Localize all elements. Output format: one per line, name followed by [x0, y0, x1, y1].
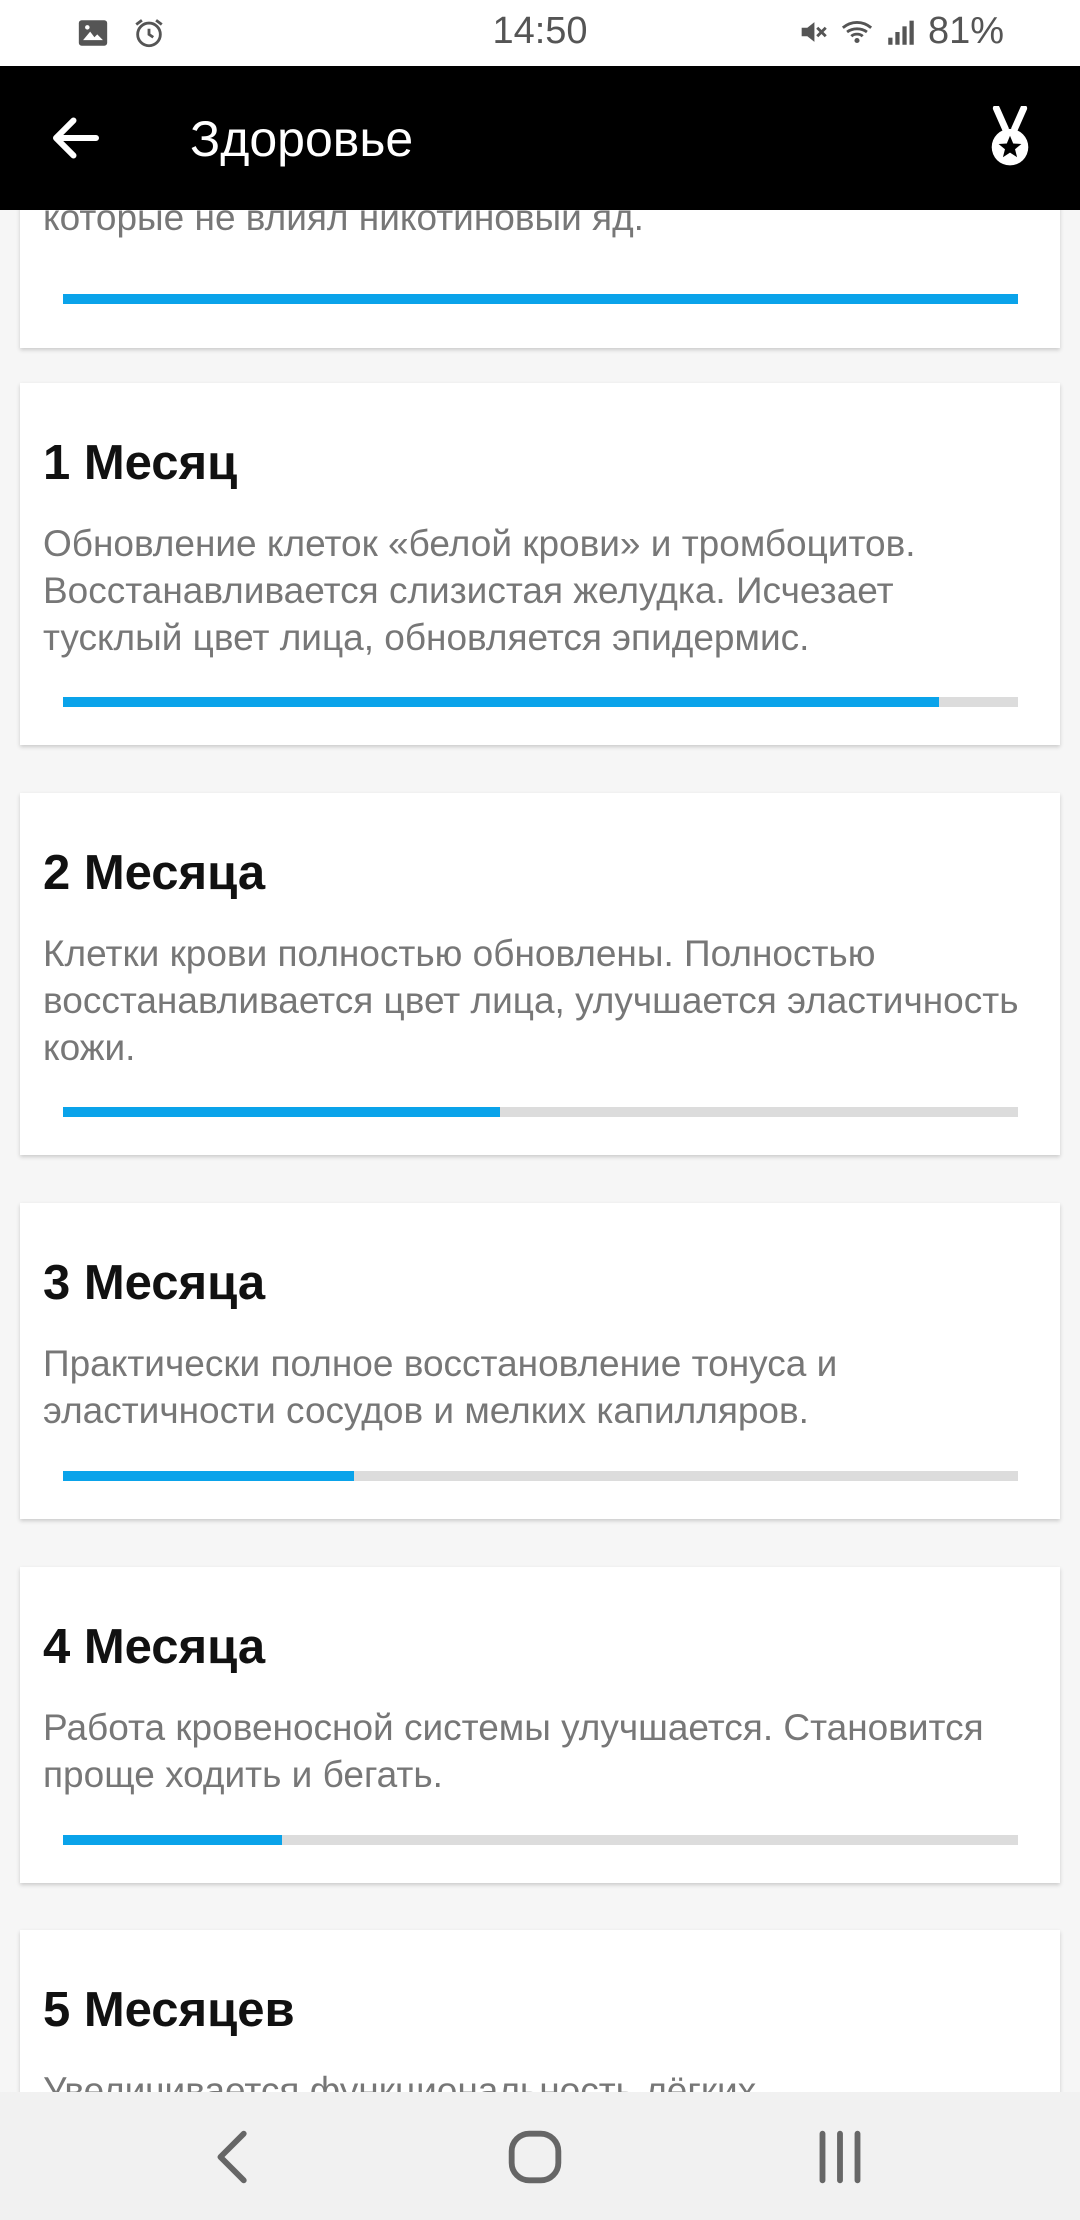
app-bar: Здоровье — [0, 66, 1080, 210]
health-milestones-list[interactable]: которые не влиял никотиновый яд. 1 Месяц… — [0, 210, 1080, 2092]
wifi-icon — [841, 20, 873, 43]
page-title: Здоровье — [190, 111, 414, 167]
milestone-description: Увеличивается функциональность лёгких — [43, 2070, 757, 2092]
milestone-progress-fill — [63, 1471, 355, 1481]
milestone-progress-bar — [63, 697, 1018, 707]
medal-icon[interactable] — [982, 106, 1038, 170]
battery-level: 81% — [927, 10, 1004, 52]
milestone-description: которые не влиял никотиновый яд. — [43, 210, 644, 238]
nav-home-icon[interactable] — [500, 2122, 570, 2192]
milestone-card: 3 Месяца Практически полное восстановлен… — [20, 1203, 1060, 1519]
milestone-progress-bar — [63, 1835, 1018, 1845]
milestone-title: 4 Месяца — [43, 1620, 266, 1674]
milestone-card: 5 Месяцев Увеличивается функциональность… — [20, 1930, 1060, 2092]
milestone-progress-fill — [63, 697, 939, 707]
milestone-title: 5 Месяцев — [43, 1983, 295, 2037]
nav-recents-icon[interactable] — [805, 2122, 875, 2192]
milestone-description: Обновление клеток «белой крови» и тромбо… — [43, 523, 916, 658]
milestone-progress-bar — [63, 294, 1018, 304]
nav-back-icon[interactable] — [200, 2122, 270, 2192]
milestone-progress-fill — [63, 294, 1018, 304]
milestone-card: которые не влиял никотиновый яд. — [20, 210, 1060, 348]
milestone-description: Работа кровеносной системы улучшается. С… — [43, 1707, 984, 1795]
milestone-title: 3 Месяца — [43, 1256, 266, 1310]
milestone-progress-fill — [63, 1835, 282, 1845]
milestone-progress-bar — [63, 1107, 1018, 1117]
milestone-description: Клетки крови полностью обновлены. Полнос… — [43, 933, 1019, 1068]
milestone-title: 2 Месяца — [43, 846, 266, 900]
milestone-card: 2 Месяца Клетки крови полностью обновлен… — [20, 793, 1060, 1155]
status-right-icons: 81% — [796, 10, 1004, 53]
arrow-left-icon[interactable] — [46, 108, 106, 168]
mute-icon — [801, 21, 827, 42]
milestone-progress-fill — [63, 1107, 501, 1117]
milestone-progress-bar — [63, 1471, 1018, 1481]
milestone-title: 1 Месяц — [43, 436, 238, 490]
signal-icon — [888, 20, 914, 45]
system-nav-bar — [0, 2092, 1080, 2220]
status-bar: 14:50 81% — [0, 0, 1080, 66]
milestone-description: Практически полное восстановление тонуса… — [43, 1343, 838, 1431]
milestone-card: 4 Месяца Работа кровеносной системы улуч… — [20, 1567, 1060, 1883]
milestone-card: 1 Месяц Обновление клеток «белой крови» … — [20, 383, 1060, 745]
